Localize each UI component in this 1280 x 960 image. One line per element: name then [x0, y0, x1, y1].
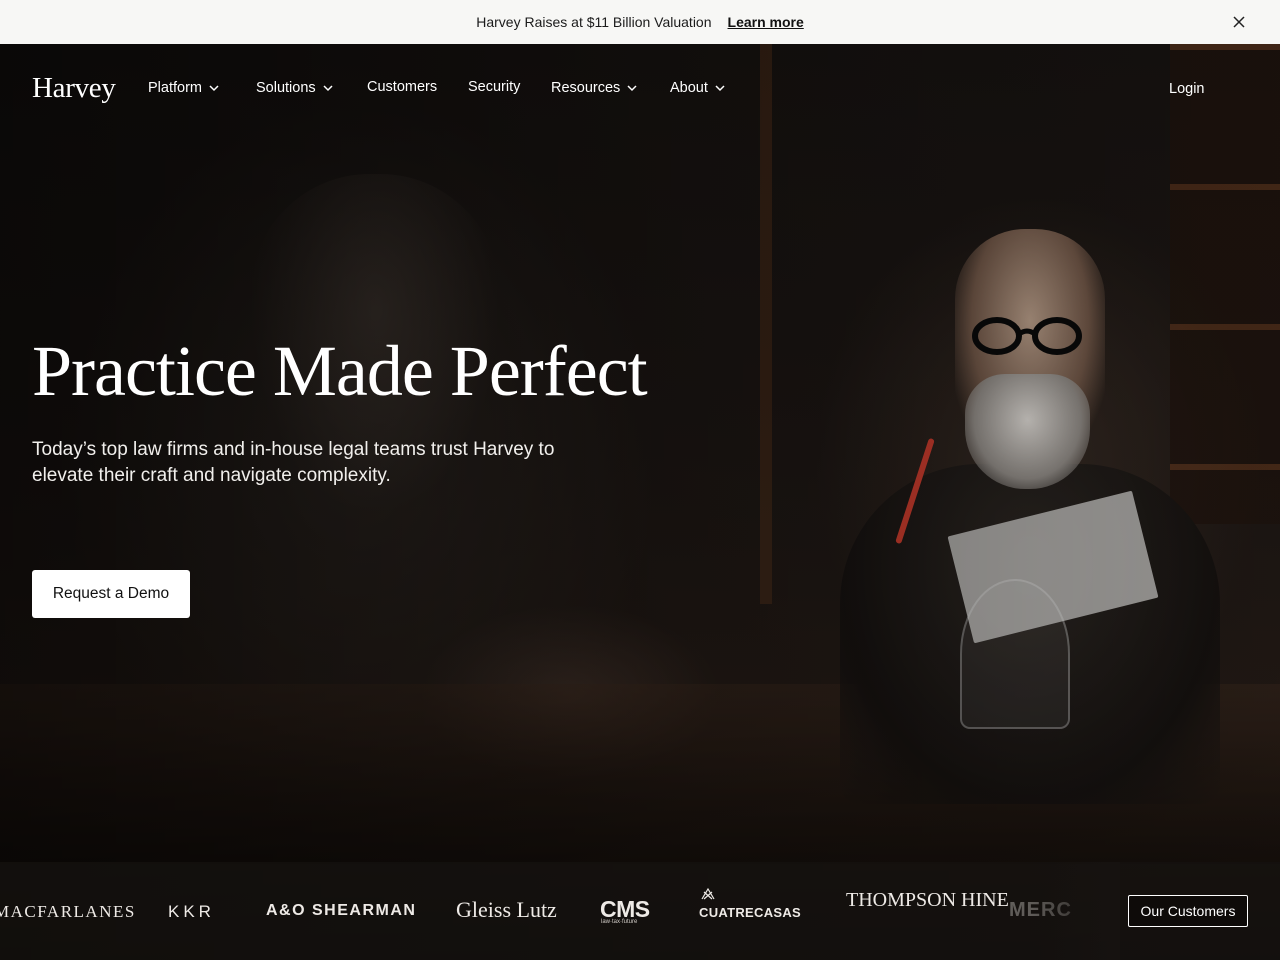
nav-platform-label: Platform: [148, 80, 202, 96]
nav-customers-label: Customers: [367, 79, 438, 95]
chevron-down-icon: [323, 85, 333, 92]
macfarlanes-logo: MACFARLANES: [0, 902, 136, 921]
chevron-down-icon: [209, 85, 219, 92]
nav-solutions[interactable]: Solutions: [256, 80, 334, 96]
request-demo-button[interactable]: Request a Demo: [32, 570, 190, 618]
learn-more-link[interactable]: Learn more: [728, 14, 804, 30]
our-customers-button[interactable]: Our Customers: [1128, 895, 1248, 927]
ao-shearman-logo: A&O SHEARMAN: [266, 902, 417, 919]
announcement-message: Harvey Raises at $11 Billion Valuation: [476, 14, 712, 30]
top-navigation: Harvey Platform Solutions Customers Secu…: [0, 44, 1280, 134]
strip-fade: [1030, 862, 1120, 960]
nav-security[interactable]: Security: [468, 79, 520, 95]
nav-platform[interactable]: Platform: [148, 80, 220, 96]
gleiss-lutz-logo: Gleiss Lutz: [456, 897, 557, 922]
close-icon[interactable]: [1230, 13, 1248, 31]
nav-security-label: Security: [468, 79, 521, 95]
chevron-down-icon: [715, 85, 725, 92]
nav-about[interactable]: About: [670, 80, 726, 96]
thompson-hine-logo: THOMPSON HINE: [846, 889, 1009, 911]
hero-background-image: [0, 44, 1280, 960]
nav-about-label: About: [670, 80, 708, 96]
kkr-logo: KKR: [168, 902, 215, 921]
hero-subhead: Today’s top law firms and in-house legal…: [32, 439, 555, 486]
cuatrecasas-logo: CUATRECASAS: [699, 905, 802, 920]
hero-headline: Practice Made Perfect: [32, 331, 648, 411]
cuatrecasas-mark-icon: [701, 887, 715, 900]
nav-resources-label: Resources: [551, 80, 621, 96]
cms-tagline: law·tax·future: [601, 919, 638, 925]
harvey-logo[interactable]: Harvey: [32, 72, 116, 105]
nav-solutions-label: Solutions: [256, 80, 316, 96]
announcement-bar: Harvey Raises at $11 Billion Valuation L…: [0, 0, 1280, 44]
hero-overlay: [0, 44, 1280, 960]
chevron-down-icon: [627, 85, 637, 92]
nav-customers[interactable]: Customers: [367, 79, 437, 95]
nav-resources[interactable]: Resources: [551, 80, 638, 96]
login-link[interactable]: Login: [1169, 81, 1204, 97]
